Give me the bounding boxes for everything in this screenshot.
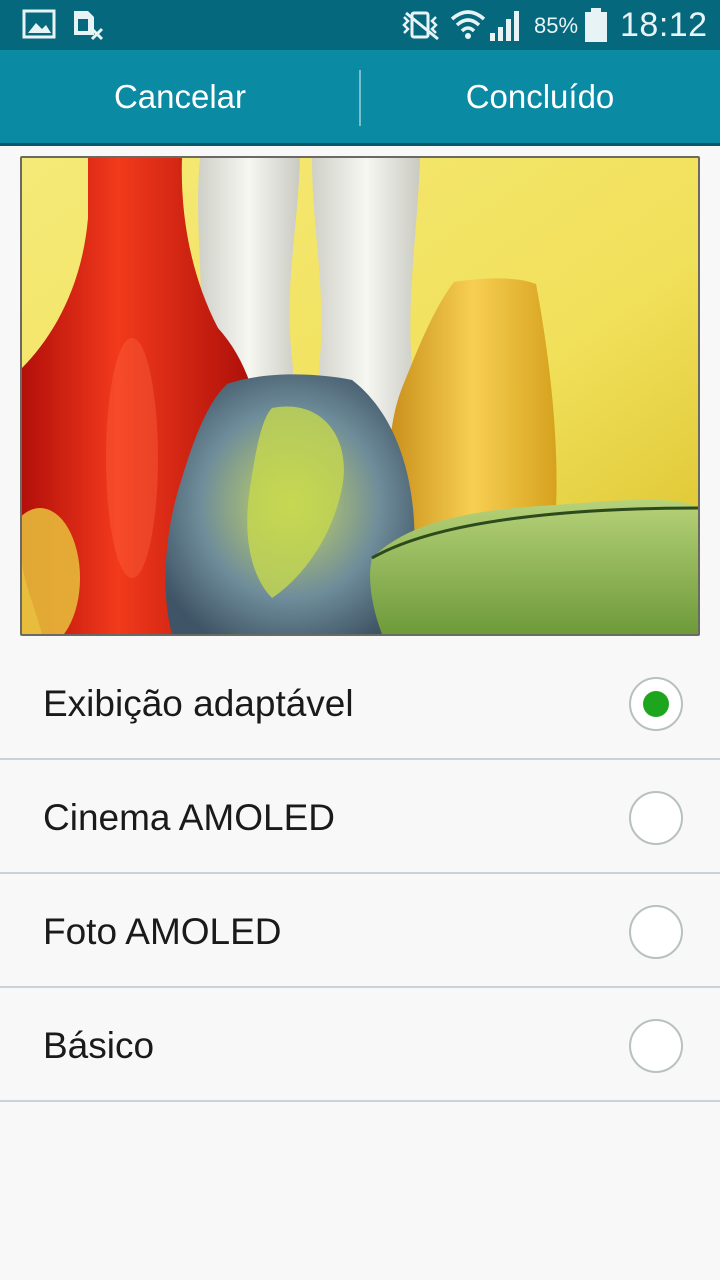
radio-button[interactable] [629,1019,683,1073]
wifi-icon [450,10,486,39]
status-bar: 85% 18:12 [0,0,720,50]
sim-card-error-icon [74,11,104,41]
done-button[interactable]: Concluído [360,50,720,143]
screen-mode-options: Exibição adaptável Cinema AMOLED Foto AM… [0,646,720,1102]
option-label: Cinema AMOLED [43,797,335,838]
radio-button-selected[interactable] [629,677,683,731]
battery-icon [585,8,607,42]
option-amoled-cinema[interactable]: Cinema AMOLED [0,760,720,874]
status-time: 18:12 [620,6,708,44]
vibrate-mute-icon [402,11,439,41]
gallery-icon [22,9,56,39]
option-label: Exibição adaptável [43,683,354,724]
option-label: Foto AMOLED [43,911,282,952]
option-label: Básico [43,1025,155,1066]
radio-dot [643,691,669,717]
screen-mode-preview-image [20,156,700,636]
cancel-button[interactable]: Cancelar [0,50,360,143]
option-basic[interactable]: Básico [0,988,720,1102]
radio-button[interactable] [629,905,683,959]
option-amoled-photo[interactable]: Foto AMOLED [0,874,720,988]
option-adaptive-display[interactable]: Exibição adaptável [0,646,720,760]
battery-percentage: 85% [534,13,579,38]
radio-button[interactable] [629,791,683,845]
action-bar: Cancelar Concluído [0,50,720,146]
cellular-signal-icon [490,11,519,41]
